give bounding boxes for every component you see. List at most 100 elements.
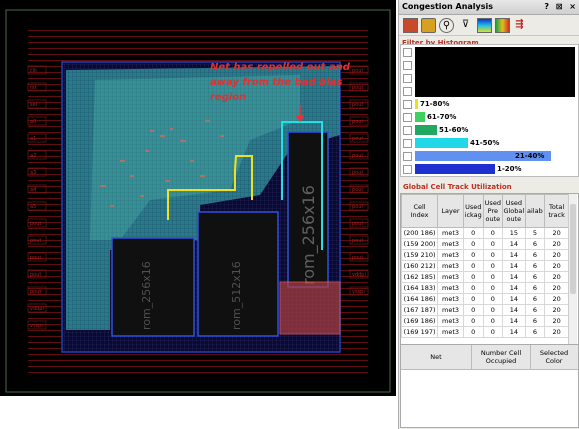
table-cell: 14 <box>502 282 526 294</box>
settings-icon[interactable] <box>421 18 436 33</box>
zoom-icon[interactable]: ⚲ <box>439 18 454 33</box>
histogram-checkbox[interactable] <box>403 113 412 122</box>
histogram-row[interactable]: 71-80% <box>401 99 577 110</box>
histogram-checkbox[interactable] <box>403 126 412 135</box>
table-cell: 6 <box>524 238 546 250</box>
pin-label: a0 <box>30 119 36 125</box>
table-cell: 20 <box>544 304 569 316</box>
route-options-icon[interactable]: ⇶ <box>513 18 526 31</box>
table-column-header[interactable]: Used Pre oute <box>482 194 504 228</box>
histogram-row[interactable]: 21-40% <box>401 151 577 162</box>
pin-label: rst <box>30 85 37 91</box>
net-column-header[interactable]: Net <box>401 345 472 369</box>
layout-canvas[interactable]: rom_256x16 rom_512x16 rom_256x16 Net has… <box>0 0 396 396</box>
table-row[interactable]: (169 197) met3 0 0 14 6 20 <box>401 326 569 338</box>
table-cell: 0 <box>462 260 484 272</box>
net-table-header: Net Number Cell Occupied Selected Color <box>401 345 578 370</box>
table-column-header[interactable]: Used Global oute <box>502 194 526 228</box>
histogram-row[interactable]: 41-50% <box>401 138 577 149</box>
table-cell: 14 <box>502 315 526 327</box>
global-cell-track-title: Global Cell Track Utilization <box>403 183 512 191</box>
table-cell: 6 <box>524 304 546 316</box>
table-cell: 20 <box>544 271 569 283</box>
selected-color-column-header[interactable]: Selected Color <box>531 345 577 369</box>
table-cell: 14 <box>502 238 526 250</box>
table-cell: 14 <box>502 249 526 261</box>
table-cell: 0 <box>462 293 484 305</box>
histogram-bar <box>415 125 437 135</box>
table-column-header[interactable]: Layer <box>437 194 464 228</box>
table-cell: 6 <box>524 315 546 327</box>
table-cell: (200 186) <box>401 227 439 239</box>
histogram-checkbox[interactable] <box>403 74 412 83</box>
table-cell: 20 <box>544 238 569 250</box>
histogram-label: 21-40% <box>515 152 545 160</box>
grid-map-icon[interactable] <box>403 18 418 33</box>
histogram-row[interactable]: 61-70% <box>401 112 577 123</box>
histogram-row[interactable] <box>401 60 577 71</box>
layout-view[interactable]: rom_256x16 rom_512x16 rom_256x16 Net has… <box>0 0 396 396</box>
table-column-header[interactable]: Cell Index <box>401 194 439 228</box>
pin-label: a2 <box>30 153 36 159</box>
histogram-row[interactable] <box>401 86 577 97</box>
filter-icon[interactable]: ⊽ <box>459 18 472 31</box>
table-cell: 0 <box>482 227 504 239</box>
table-cell: 0 <box>482 293 504 305</box>
panel-controls[interactable]: ? ⊠ × <box>544 0 578 14</box>
histogram-checkbox[interactable] <box>403 48 412 57</box>
table-cell: met3 <box>437 304 464 316</box>
histogram-row[interactable] <box>401 73 577 84</box>
histogram-checkbox[interactable] <box>403 152 412 161</box>
table-row[interactable]: (169 186) met3 0 0 14 6 20 <box>401 315 569 327</box>
table-column-header[interactable]: ailab <box>524 194 546 228</box>
table-cell: 6 <box>524 282 546 294</box>
table-row[interactable]: (164 183) met3 0 0 14 6 20 <box>401 282 569 294</box>
table-column-header[interactable]: Used ickag <box>462 194 484 228</box>
cells-occupied-column-header[interactable]: Number Cell Occupied <box>472 345 531 369</box>
table-row[interactable]: (160 212) met3 0 0 14 6 20 <box>401 260 569 272</box>
table-column-header[interactable]: Total track <box>544 194 569 228</box>
table-row[interactable]: (162 185) met3 0 0 14 6 20 <box>401 271 569 283</box>
bad-bias-region[interactable] <box>279 281 341 335</box>
table-cell: met3 <box>437 282 464 294</box>
pin-label: pout <box>30 221 41 227</box>
pin-label: pout <box>352 102 363 108</box>
net-table[interactable]: Net Number Cell Occupied Selected Color <box>400 344 579 428</box>
pin-label: pout <box>352 119 363 125</box>
heatmap-icon[interactable] <box>495 18 510 33</box>
table-cell: 0 <box>482 282 504 294</box>
histogram-row[interactable]: 51-60% <box>401 125 577 136</box>
pin-label: a5 <box>30 204 36 210</box>
track-utilization-table[interactable]: Cell Index Layer Used ickag Used Pre oute Used Gl… <box>400 193 579 345</box>
table-row[interactable]: (159 200) met3 0 0 14 6 20 <box>401 238 569 250</box>
histogram-checkbox[interactable] <box>403 165 412 174</box>
histogram-checkbox[interactable] <box>403 139 412 148</box>
histogram-row[interactable]: 1-20% <box>401 164 577 175</box>
table-cell: 20 <box>544 227 569 239</box>
table-cell: 0 <box>482 326 504 338</box>
table-cell: 0 <box>462 271 484 283</box>
table-cell: (164 183) <box>401 282 439 294</box>
table-cell: 20 <box>544 260 569 272</box>
table-cell: 20 <box>544 282 569 294</box>
table-scrollbar[interactable] <box>568 194 577 344</box>
histogram-checkbox[interactable] <box>403 100 412 109</box>
macro-rom-1[interactable] <box>111 237 195 337</box>
pin-label: vddpi <box>30 306 44 312</box>
histogram-checkbox[interactable] <box>403 61 412 70</box>
table-row[interactable]: (167 187) met3 0 0 14 6 20 <box>401 304 569 316</box>
table-row[interactable]: (200 186) met3 0 0 15 5 20 <box>401 227 569 239</box>
color-legend-icon[interactable] <box>477 18 492 33</box>
table-cell: 6 <box>524 293 546 305</box>
pin-label: pout <box>30 255 41 261</box>
table-cell: 14 <box>502 260 526 272</box>
histogram-checkbox[interactable] <box>403 87 412 96</box>
table-cell: (164 186) <box>401 293 439 305</box>
table-row[interactable]: (164 186) met3 0 0 14 6 20 <box>401 293 569 305</box>
table-row[interactable]: (159 210) met3 0 0 14 6 20 <box>401 249 569 261</box>
pin-label: vddpi <box>352 272 366 278</box>
macro-label-2: rom_512x16 <box>230 261 243 330</box>
macro-label-3: rom_256x16 <box>299 185 319 285</box>
histogram-label: 61-70% <box>427 113 457 121</box>
table-cell: met3 <box>437 271 464 283</box>
